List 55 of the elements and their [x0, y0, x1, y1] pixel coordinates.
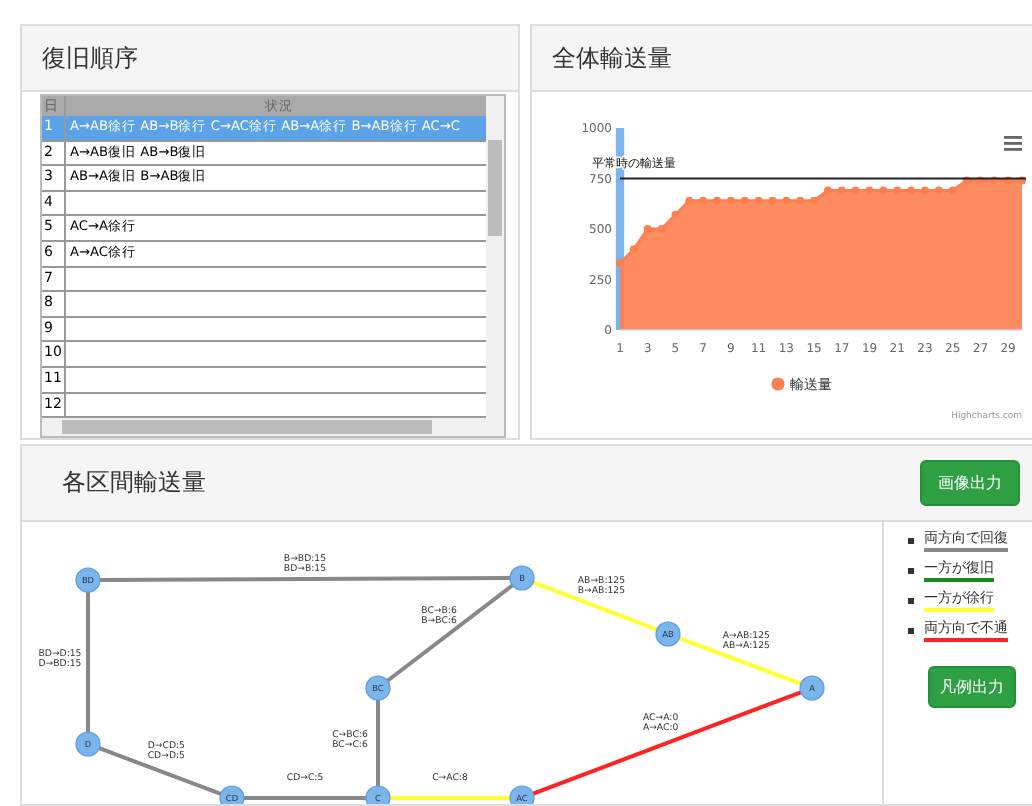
data-point	[671, 210, 680, 219]
data-point	[699, 196, 708, 205]
panel-title: 全体輸送量	[552, 41, 672, 75]
data-point	[934, 186, 943, 195]
data-point	[920, 186, 929, 195]
data-point	[990, 176, 999, 185]
data-point	[1004, 176, 1013, 185]
route-edge[interactable]	[532, 580, 658, 632]
station-node[interactable]	[509, 565, 535, 591]
data-point	[879, 186, 888, 195]
legend-marker	[771, 377, 785, 391]
station-node[interactable]	[799, 675, 825, 701]
data-point	[726, 196, 735, 205]
data-point	[962, 176, 971, 185]
data-point	[1018, 176, 1026, 185]
data-point	[837, 186, 846, 195]
data-point	[768, 196, 777, 205]
data-point	[976, 176, 985, 185]
panel-title: 各区間輸送量	[62, 466, 206, 500]
station-node[interactable]	[75, 731, 101, 757]
horizontal-scrollbar[interactable]	[42, 418, 504, 436]
data-point	[657, 225, 666, 233]
data-point	[754, 196, 763, 205]
route-edge[interactable]	[532, 690, 802, 796]
data-point	[643, 225, 652, 233]
data-point	[865, 186, 874, 195]
data-point	[713, 196, 722, 205]
bullet-icon	[908, 628, 914, 634]
data-point	[893, 186, 902, 195]
route-edge[interactable]	[386, 583, 514, 683]
data-point	[616, 259, 624, 268]
data-point	[629, 245, 638, 254]
data-point	[685, 196, 694, 205]
data-point	[823, 186, 832, 195]
bullet-icon	[908, 598, 914, 604]
panel-title: 復旧順序	[42, 41, 138, 75]
station-node[interactable]	[655, 621, 681, 647]
bullet-icon	[908, 568, 914, 574]
station-node[interactable]	[365, 675, 391, 701]
data-point	[948, 186, 957, 195]
route-edge[interactable]	[100, 576, 510, 582]
route-edge[interactable]	[98, 746, 222, 796]
data-point	[782, 196, 791, 205]
station-node[interactable]	[365, 785, 391, 804]
data-point	[851, 186, 860, 195]
vertical-scrollbar[interactable]	[486, 96, 504, 418]
data-point	[810, 196, 819, 205]
data-point	[740, 196, 749, 205]
station-node[interactable]	[75, 567, 101, 593]
bullet-icon	[908, 538, 914, 544]
menu-icon[interactable]	[1004, 136, 1022, 151]
data-point	[796, 196, 805, 205]
station-node[interactable]	[509, 785, 535, 804]
station-node[interactable]	[219, 785, 245, 804]
data-point	[907, 186, 916, 195]
